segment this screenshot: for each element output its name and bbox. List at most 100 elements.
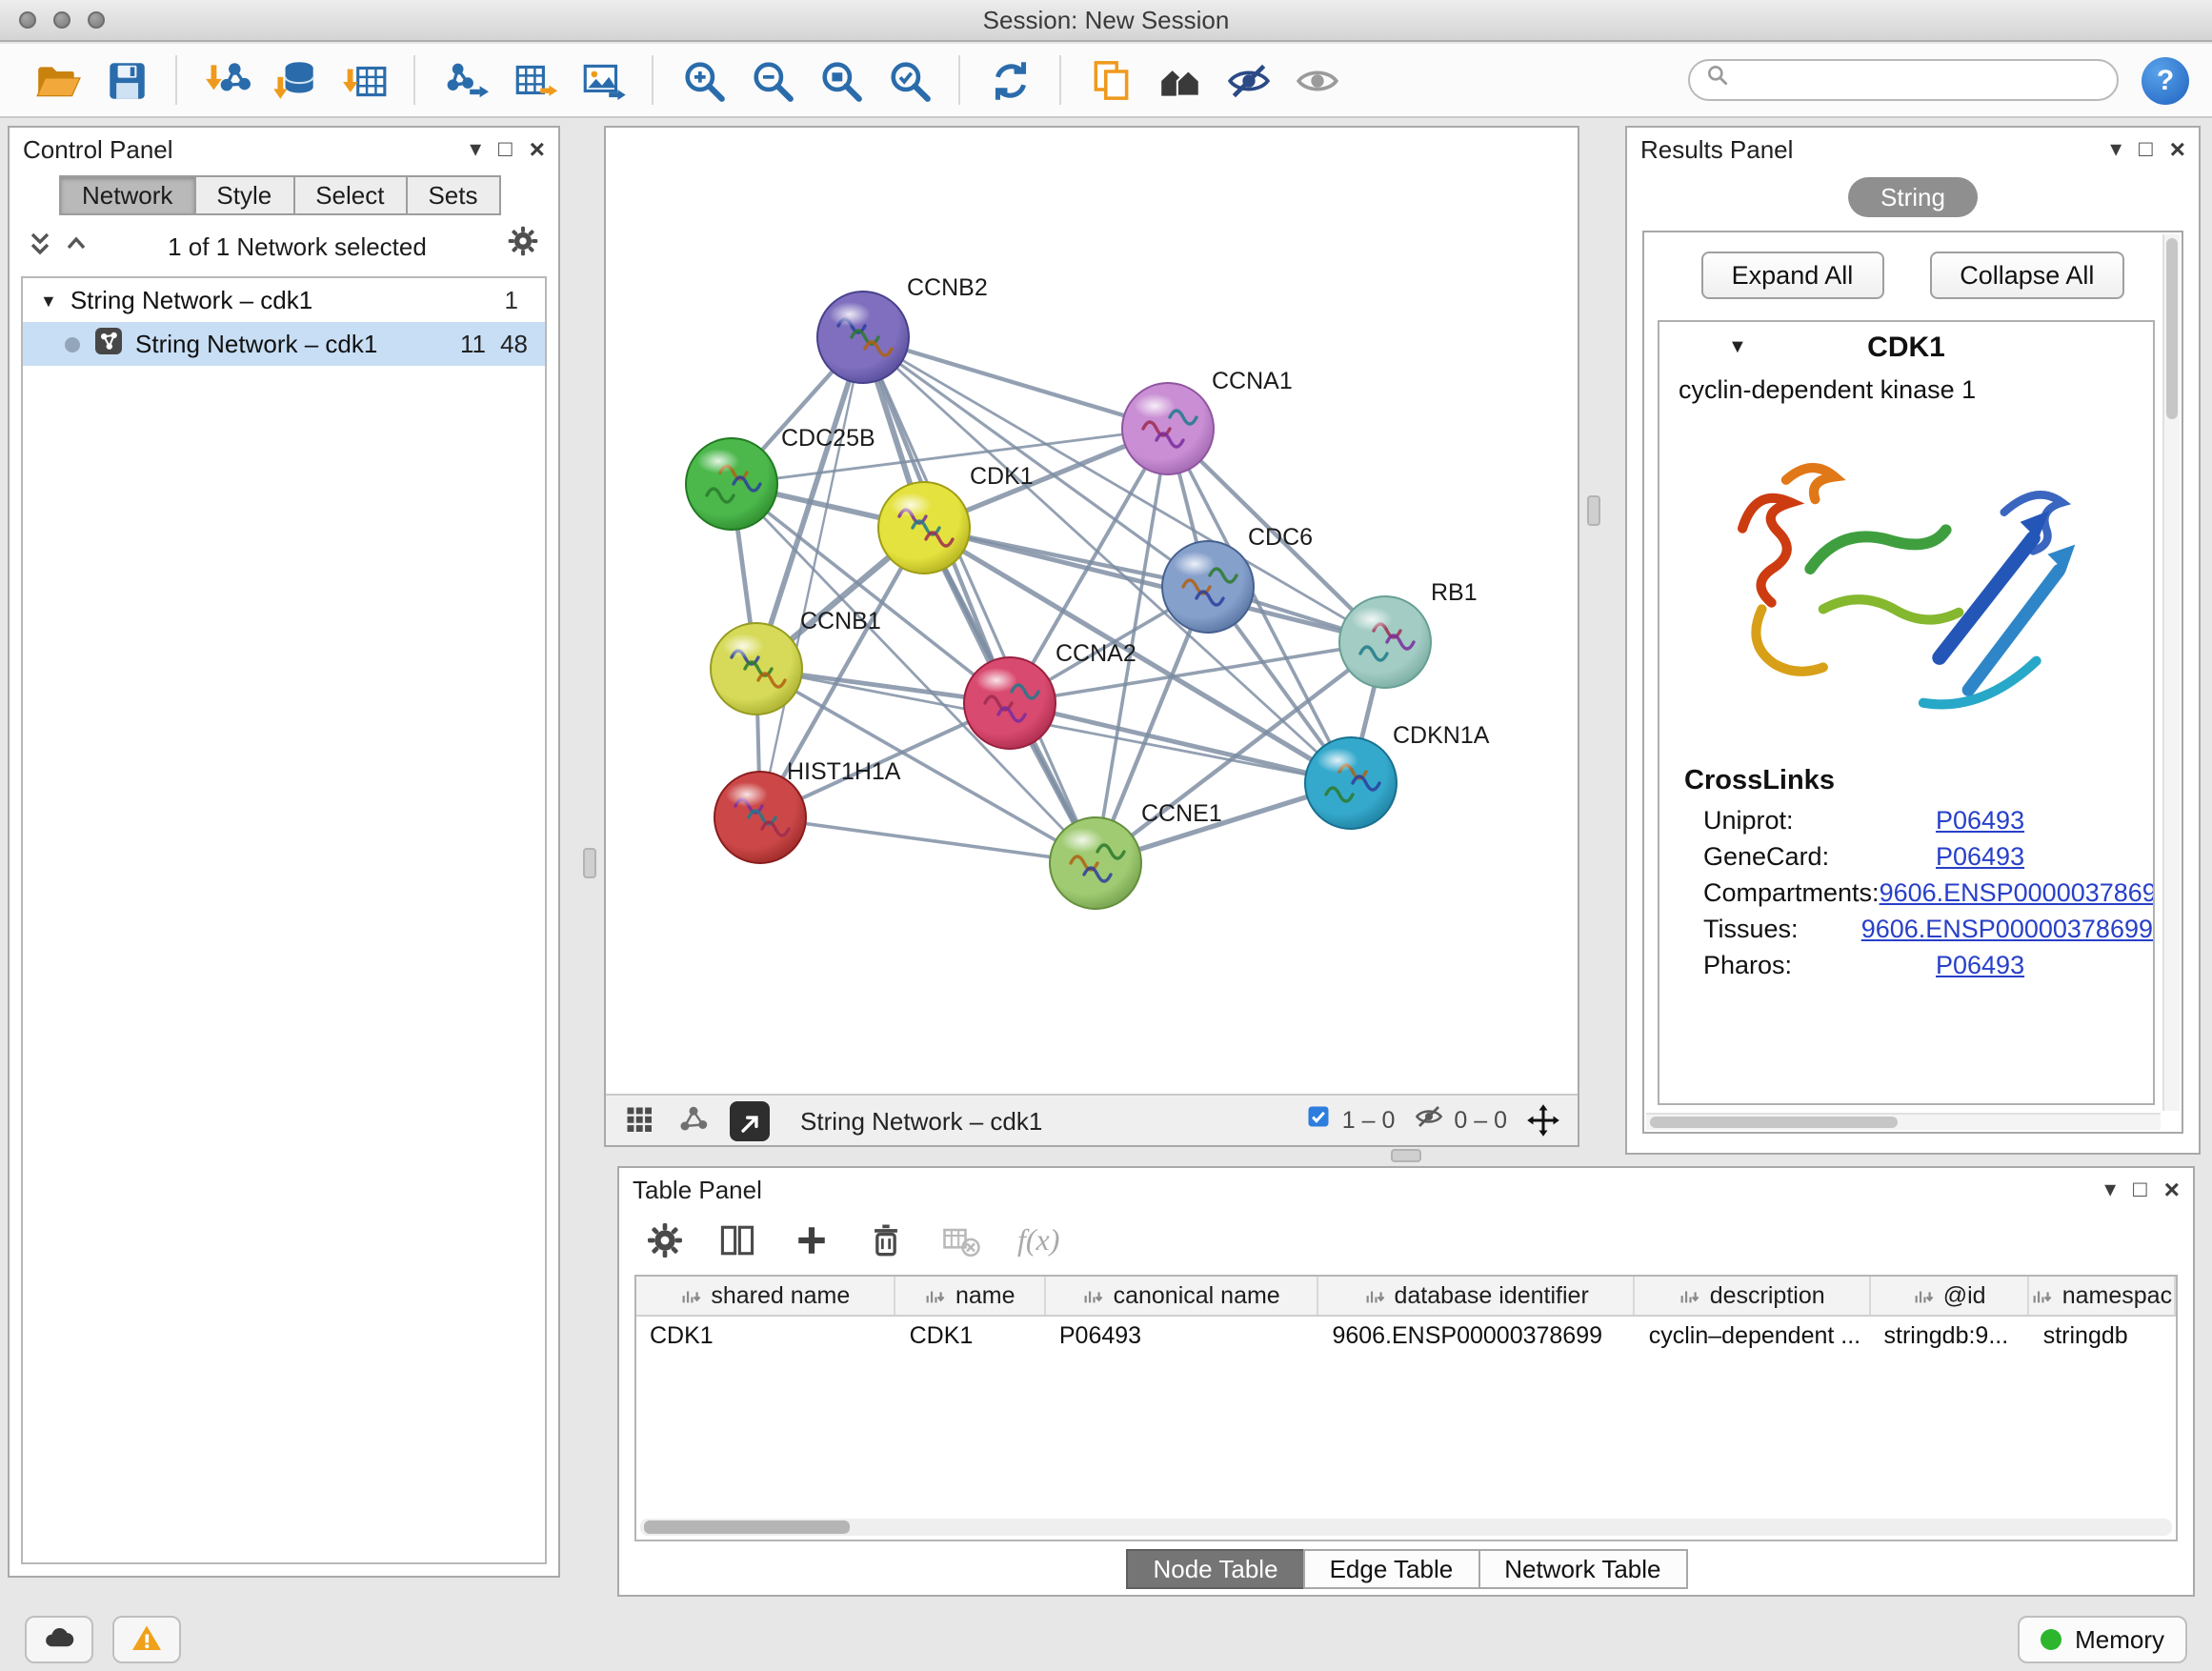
refresh-layout-button[interactable] — [981, 51, 1038, 109]
zoom-out-button[interactable] — [743, 51, 800, 109]
table-settings-button[interactable] — [646, 1221, 684, 1259]
node-CCNB1[interactable] — [711, 623, 802, 715]
table-cell[interactable]: CDK1 — [636, 1317, 896, 1357]
node-CCNB2[interactable] — [817, 292, 909, 383]
tree-expander-icon[interactable]: ▼ — [40, 291, 57, 310]
warning-button[interactable] — [112, 1615, 181, 1662]
panel-float-icon[interactable]: □ — [2133, 1178, 2147, 1200]
gene-section-header[interactable]: ▼ CDK1 — [1659, 322, 2153, 373]
column-header-description[interactable]: description — [1636, 1277, 1871, 1315]
scrollbar-thumb[interactable] — [644, 1520, 850, 1534]
node-CDC6[interactable] — [1162, 541, 1254, 633]
table-horizontal-scrollbar[interactable] — [640, 1519, 2172, 1536]
tab-style[interactable]: Style — [193, 175, 294, 215]
copy-annotations-button[interactable] — [1082, 51, 1139, 109]
crosslink-link[interactable]: P06493 — [1936, 842, 2024, 871]
scrollbar-thumb[interactable] — [1650, 1117, 1898, 1128]
import-table-from-file-button[interactable] — [335, 51, 392, 109]
table-cell[interactable]: 9606.ENSP00000378699 — [1318, 1317, 1635, 1357]
network-row[interactable]: String Network – cdk1 11 48 — [23, 322, 545, 366]
column-header-namespac[interactable]: namespac — [2030, 1277, 2176, 1315]
node-CDKN1A[interactable] — [1305, 737, 1397, 829]
select-columns-button[interactable] — [716, 1219, 758, 1261]
node-CDK1[interactable] — [878, 482, 970, 574]
function-builder-button[interactable]: f(x) — [1014, 1218, 1082, 1263]
open-session-button[interactable] — [29, 51, 86, 109]
tab-string[interactable]: String — [1848, 177, 1978, 217]
tab-sets[interactable]: Sets — [405, 175, 500, 215]
expand-all-button[interactable]: Expand All — [1701, 252, 1884, 299]
column-header-database-identifier[interactable]: database identifier — [1318, 1277, 1635, 1315]
edge-CCNB2-CCNA1[interactable] — [863, 337, 1168, 429]
tab-edge-table[interactable]: Edge Table — [1303, 1549, 1480, 1589]
edge-HIST1H1A-CCNE1[interactable] — [760, 817, 1096, 863]
cloud-status-button[interactable] — [25, 1615, 93, 1662]
tab-network-table[interactable]: Network Table — [1478, 1549, 1687, 1589]
import-network-from-database-button[interactable] — [267, 51, 324, 109]
splitter-handle[interactable] — [583, 848, 596, 878]
crosslink-link[interactable]: P06493 — [1936, 806, 2024, 835]
delete-columns-button[interactable] — [865, 1219, 907, 1261]
node-CDC25B[interactable] — [686, 438, 777, 530]
help-button[interactable]: ? — [2142, 56, 2189, 104]
vertical-scrollbar[interactable] — [2162, 234, 2180, 1111]
export-network-button[interactable] — [436, 51, 493, 109]
network-collection-row[interactable]: ▼ String Network – cdk1 1 — [23, 278, 545, 322]
panel-close-icon[interactable]: × — [2170, 135, 2185, 162]
node-RB1[interactable] — [1339, 596, 1431, 688]
save-session-button[interactable] — [97, 51, 154, 109]
crosslink-link[interactable]: 9606.ENSP00000378699 — [1861, 915, 2153, 943]
birdseye-view-button[interactable] — [730, 1100, 770, 1140]
column-header--id[interactable]: @id — [1871, 1277, 2030, 1315]
panel-float-icon[interactable]: □ — [498, 137, 513, 160]
zoom-in-button[interactable] — [674, 51, 732, 109]
panel-close-icon[interactable]: × — [530, 135, 545, 162]
export-image-button[interactable] — [573, 51, 631, 109]
zoom-fit-content-button[interactable] — [812, 51, 869, 109]
table-row[interactable]: CDK1CDK1P064939606.ENSP00000378699cyclin… — [636, 1317, 2176, 1357]
window-controls[interactable] — [19, 11, 105, 29]
panel-float-icon[interactable]: □ — [2139, 137, 2153, 160]
splitter-handle[interactable] — [1391, 1149, 1421, 1162]
minimize-window-icon[interactable] — [53, 11, 70, 29]
maximize-window-icon[interactable] — [88, 11, 105, 29]
node-CCNE1[interactable] — [1050, 817, 1141, 909]
collapse-all-networks-icon[interactable] — [29, 228, 51, 264]
section-expander-icon[interactable]: ▼ — [1728, 337, 1747, 358]
column-header-shared-name[interactable]: shared name — [636, 1277, 896, 1315]
table-cell[interactable]: cyclin–dependent ... — [1636, 1317, 1871, 1357]
node-CCNA1[interactable] — [1122, 383, 1214, 474]
node-HIST1H1A[interactable] — [714, 772, 806, 863]
create-column-button[interactable] — [791, 1219, 833, 1261]
edge-CDK1-RB1[interactable] — [924, 528, 1385, 642]
import-network-from-file-button[interactable] — [198, 51, 255, 109]
panel-close-icon[interactable]: × — [2164, 1176, 2180, 1202]
memory-button[interactable]: Memory — [2018, 1615, 2187, 1662]
clear-table-button[interactable] — [939, 1219, 981, 1261]
search-input[interactable] — [1739, 67, 2101, 93]
selected-nodes-checkbox-icon[interactable] — [1306, 1102, 1333, 1138]
panel-menu-icon[interactable]: ▾ — [2110, 137, 2122, 160]
scrollbar-thumb[interactable] — [2166, 238, 2178, 419]
expand-all-networks-icon[interactable] — [65, 229, 88, 263]
network-canvas[interactable]: CCNB2CCNA1CDC25BCDK1CDC6RB1CCNB1CCNA2CDK… — [606, 128, 1578, 1092]
hidden-elements-eye-icon[interactable] — [1414, 1100, 1444, 1140]
export-table-button[interactable] — [505, 51, 562, 109]
zoom-selected-button[interactable] — [880, 51, 937, 109]
table-cell[interactable]: stringdb:9... — [1871, 1317, 2030, 1357]
crosslink-link[interactable]: 9606.ENSP00000378699 — [1880, 878, 2155, 907]
tab-node-table[interactable]: Node Table — [1126, 1549, 1304, 1589]
grid-view-icon[interactable] — [623, 1103, 657, 1137]
show-neighbors-button[interactable] — [1151, 51, 1208, 109]
pan-tool-icon[interactable] — [1526, 1103, 1560, 1137]
panel-menu-icon[interactable]: ▾ — [470, 137, 481, 160]
tab-select[interactable]: Select — [292, 175, 407, 215]
column-header-name[interactable]: name — [896, 1277, 1046, 1315]
table-cell[interactable]: CDK1 — [896, 1317, 1046, 1357]
node-CCNA2[interactable] — [964, 657, 1056, 749]
crosslink-link[interactable]: P06493 — [1936, 951, 2024, 979]
table-cell[interactable]: stringdb — [2030, 1317, 2176, 1357]
table-cell[interactable]: P06493 — [1046, 1317, 1319, 1357]
show-all-button[interactable] — [1288, 51, 1345, 109]
collapse-all-button[interactable]: Collapse All — [1929, 252, 2124, 299]
